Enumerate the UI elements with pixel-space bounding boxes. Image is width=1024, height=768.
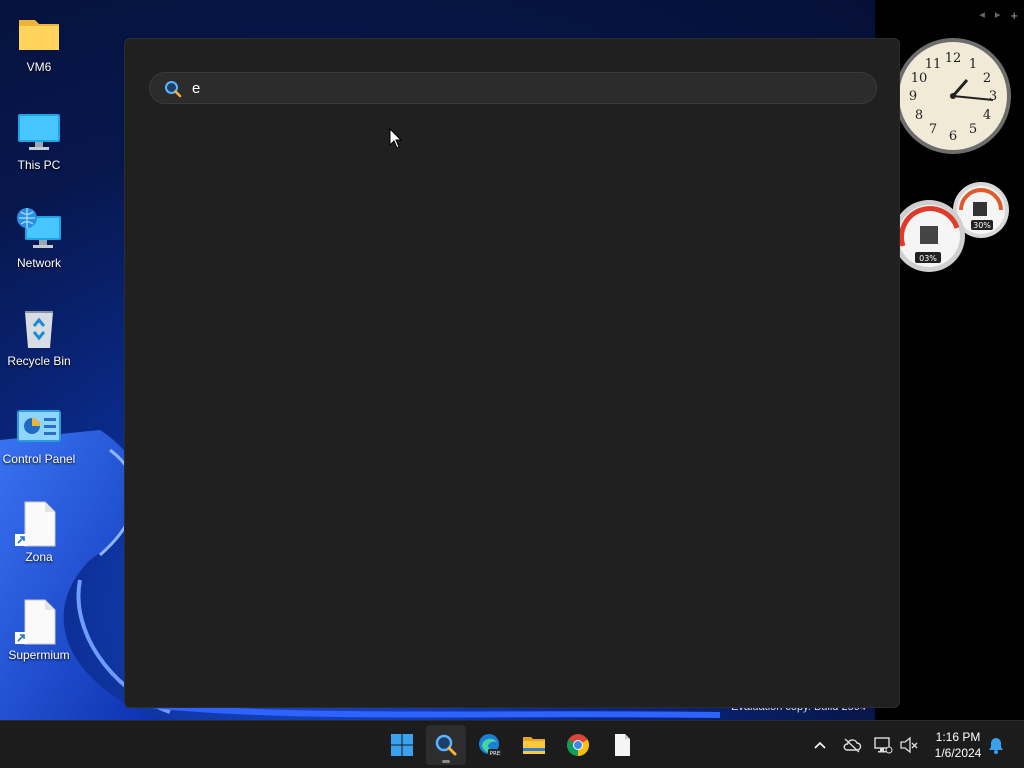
search-icon — [435, 734, 457, 756]
gadget-next-button[interactable]: ▸ — [995, 8, 1001, 23]
cpu-meter-gadget[interactable]: 30% 03% — [893, 180, 1013, 276]
search-icon — [165, 81, 182, 98]
clock-numeral-1: 1 — [969, 57, 977, 72]
taskbar-edge-button[interactable]: PRE — [470, 725, 510, 765]
recycle-bin-icon — [15, 304, 63, 352]
clock-numeral-6: 6 — [949, 129, 957, 144]
cpu-meter-value: 03% — [919, 254, 937, 263]
clock-numeral-12: 12 — [945, 51, 962, 66]
shortcut-file-icon — [15, 598, 63, 646]
folder-icon — [15, 10, 63, 58]
clock-numeral-9: 9 — [909, 89, 917, 104]
search-panel — [124, 38, 900, 708]
blank-document-icon — [615, 734, 630, 756]
desktop-icon-label: Network — [16, 256, 61, 270]
network-status-icon[interactable] — [873, 735, 893, 755]
gadget-controls: ◂ ▸ + — [979, 8, 1018, 23]
network-icon — [15, 206, 63, 254]
desktop-icon-label: VM6 — [26, 60, 52, 74]
gadget-add-button[interactable]: + — [1010, 8, 1018, 23]
desktop-icon-zona[interactable]: Zona — [0, 492, 78, 564]
cloud-offline-icon[interactable] — [842, 735, 862, 755]
file-explorer-icon — [523, 737, 545, 754]
notification-bell-icon[interactable] — [986, 735, 1006, 755]
desktop-icon-this-pc[interactable]: This PC — [0, 100, 78, 172]
taskbar: PRE 1:16 PM 1/6/2024 — [0, 720, 1024, 768]
taskbar-search-button[interactable] — [426, 725, 466, 765]
windows-start-icon — [391, 734, 413, 756]
desktop-icon-label: Recycle Bin — [7, 354, 71, 368]
taskbar-time: 1:16 PM — [935, 730, 981, 744]
start-button[interactable] — [382, 725, 422, 765]
taskbar-clock[interactable]: 1:16 PM 1/6/2024 — [926, 729, 990, 761]
desktop-icon-vm6[interactable]: VM6 — [0, 2, 78, 74]
mouse-pointer-icon — [389, 128, 403, 149]
clock-numeral-5: 5 — [969, 122, 977, 137]
clock-numeral-10: 10 — [911, 71, 928, 86]
desktop-icon-network[interactable]: Network — [0, 198, 78, 270]
clock-numeral-4: 4 — [983, 108, 991, 123]
control-panel-icon — [15, 402, 63, 450]
desktop-icon-control-panel[interactable]: Control Panel — [0, 394, 78, 466]
clock-gadget[interactable]: 12 1 2 3 4 5 6 7 8 9 10 11 — [895, 32, 1013, 160]
desktop-icon-label: Supermium — [8, 648, 70, 662]
desktop-icon-label: This PC — [17, 158, 61, 172]
chevron-up-icon[interactable] — [810, 735, 830, 755]
chrome-icon — [567, 734, 589, 756]
search-box[interactable] — [149, 72, 877, 104]
taskbar-file-explorer-button[interactable] — [514, 725, 554, 765]
edge-badge: PRE — [490, 751, 501, 757]
monitor-icon — [15, 108, 63, 156]
clock-numeral-7: 7 — [929, 122, 937, 137]
edge-beta-icon: PRE — [479, 734, 502, 757]
desktop-icon-recycle-bin[interactable]: Recycle Bin — [0, 296, 78, 368]
shortcut-file-icon — [15, 500, 63, 548]
gadget-prev-button[interactable]: ◂ — [979, 8, 985, 23]
taskbar-chrome-button[interactable] — [558, 725, 598, 765]
taskbar-date: 1/6/2024 — [934, 746, 982, 760]
taskbar-notepad-button[interactable] — [602, 725, 642, 765]
active-indicator — [442, 760, 450, 763]
volume-muted-icon[interactable] — [899, 735, 919, 755]
clock-numeral-8: 8 — [915, 108, 923, 123]
desktop-icon-label: Control Panel — [2, 452, 76, 466]
search-input[interactable] — [192, 78, 852, 98]
ram-meter-value: 30% — [973, 221, 991, 230]
desktop-icon-label: Zona — [25, 550, 53, 564]
clock-numeral-11: 11 — [925, 57, 942, 72]
clock-numeral-3: 3 — [989, 89, 997, 104]
desktop-icon-supermium[interactable]: Supermium — [0, 590, 78, 662]
clock-numeral-2: 2 — [983, 71, 991, 86]
